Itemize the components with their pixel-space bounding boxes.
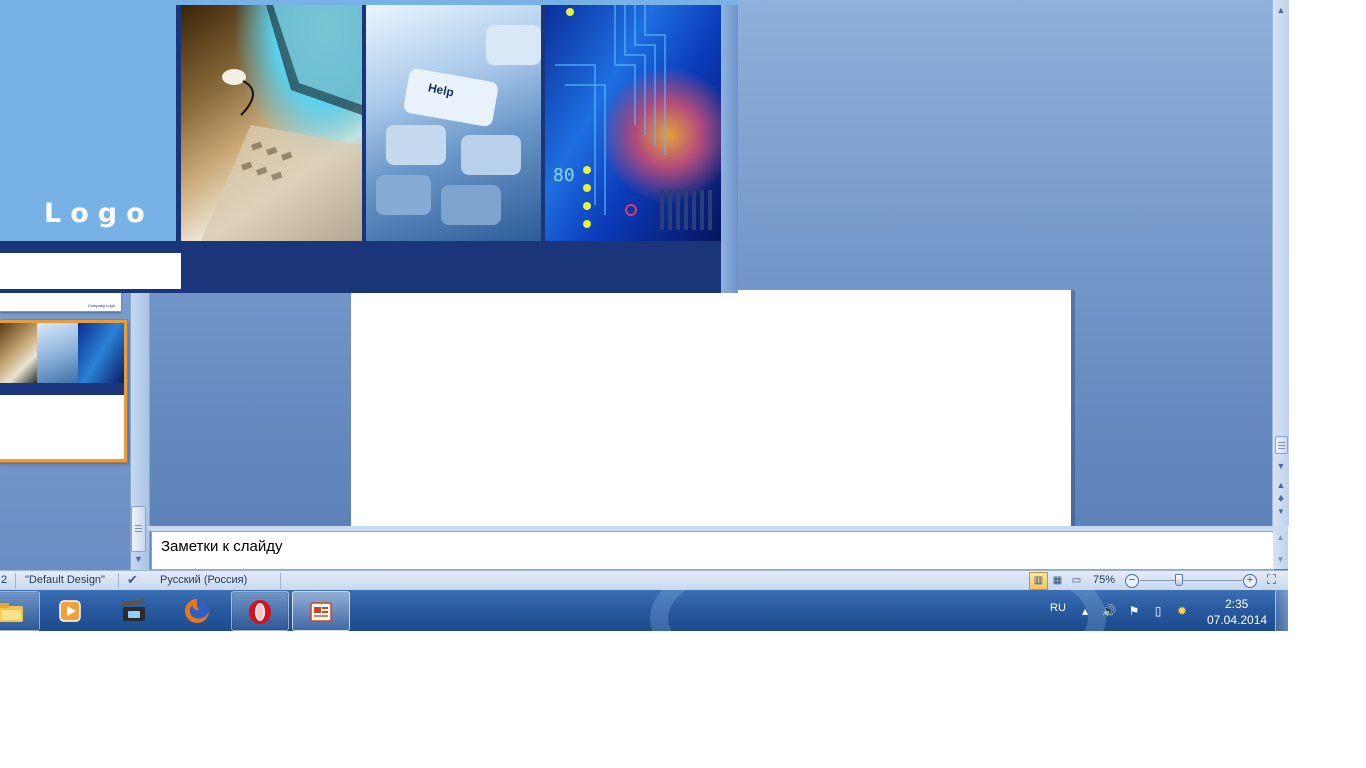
- thumbnail-photo-computer: [0, 323, 37, 383]
- thumbnail-band: [0, 383, 124, 395]
- banner-right-edge: [721, 5, 738, 293]
- taskbar-media-player[interactable]: [42, 591, 98, 629]
- media-player-icon: [59, 600, 81, 622]
- slide-canvas[interactable]: [351, 290, 1071, 526]
- photo-computer-mouse: [181, 5, 362, 241]
- taskbar-sheen: [650, 590, 1106, 631]
- spell-check-icon[interactable]: ✔: [127, 572, 138, 588]
- circuit-illustration: [555, 5, 712, 230]
- photo-keyboard-help-key: Help: [366, 5, 541, 241]
- computer-illustration: [201, 5, 362, 241]
- show-hidden-icons-icon[interactable]: ▴: [1077, 603, 1093, 619]
- network-icon[interactable]: ✹: [1174, 603, 1190, 619]
- thumbnail-photo-circuit: [78, 323, 124, 383]
- thumbnail-caption: Company Logo: [87, 303, 115, 308]
- slide-shadow: [1071, 290, 1075, 526]
- zoom-slider-track[interactable]: [1140, 580, 1242, 581]
- windows-taskbar: [0, 590, 1288, 631]
- clapperboard-icon: [122, 598, 145, 621]
- status-bar: 2 "Default Design" ✔ Русский (Россия) ▥ …: [0, 570, 1288, 591]
- keyboard-illustration: [376, 25, 541, 225]
- photo-circuit-board: 80: [545, 5, 721, 241]
- scroll-up-arrow-icon[interactable]: ▲: [1273, 4, 1289, 16]
- slide-vertical-scrollbar[interactable]: ▲ ▼ ▲ ▲ ▼ ▼: [1272, 0, 1289, 526]
- banner-white-block: [0, 253, 181, 289]
- scroll-down-arrow-icon[interactable]: ▼: [1273, 460, 1289, 472]
- taskbar-powerpoint[interactable]: [292, 591, 350, 631]
- slide-thumbnail-current[interactable]: [0, 320, 127, 462]
- thumbnail-photo-keyboard: [37, 323, 78, 383]
- opera-icon: [249, 600, 271, 624]
- zoom-slider-thumb[interactable]: [1175, 574, 1183, 586]
- battery-icon[interactable]: ▯: [1150, 603, 1166, 619]
- notes-placeholder[interactable]: Заметки к слайду: [161, 538, 283, 555]
- taskbar-firefox[interactable]: [169, 591, 225, 629]
- action-center-flag-icon[interactable]: ⚑: [1126, 603, 1142, 619]
- clock-time[interactable]: 2:35: [1225, 597, 1248, 611]
- powerpoint-icon: [310, 602, 332, 622]
- notes-scrollbar[interactable]: ▲ ▼: [1273, 531, 1288, 569]
- slides-pane-scroll-thumb[interactable]: [131, 506, 146, 552]
- logo-text: Logo: [44, 198, 154, 229]
- next-slide-icon[interactable]: ▼ ▼: [1273, 494, 1289, 518]
- theme-name-status[interactable]: "Default Design": [25, 574, 105, 586]
- circuit-label: 80: [553, 165, 575, 186]
- slide-show-view-icon[interactable]: ▭: [1067, 572, 1086, 590]
- show-desktop-button[interactable]: [1275, 590, 1289, 631]
- folder-icon: [0, 603, 23, 622]
- scroll-up-arrow-icon[interactable]: ▲: [1273, 533, 1288, 542]
- slide-thumbnail-previous[interactable]: Company Logo: [0, 293, 121, 312]
- zoom-level[interactable]: 75%: [1093, 574, 1115, 586]
- zoom-out-icon[interactable]: −: [1125, 574, 1139, 588]
- slide-number-status: 2: [1, 574, 8, 586]
- keyboard-language[interactable]: RU: [1050, 602, 1066, 614]
- slide-scroll-thumb[interactable]: [1275, 436, 1288, 454]
- scroll-down-arrow-icon[interactable]: ▼: [131, 552, 146, 566]
- notes-pane[interactable]: [151, 531, 1274, 570]
- clock-date[interactable]: 07.04.2014: [1207, 613, 1267, 627]
- scroll-down-arrow-icon[interactable]: ▼: [1273, 555, 1288, 564]
- firefox-icon: [185, 599, 209, 623]
- taskbar-opera[interactable]: [231, 591, 289, 631]
- taskbar-explorer[interactable]: [0, 591, 40, 631]
- zoom-in-icon[interactable]: +: [1243, 574, 1257, 588]
- volume-icon[interactable]: 🔊: [1101, 603, 1117, 619]
- taskbar-video-editor[interactable]: [106, 591, 162, 629]
- slide-sorter-view-icon[interactable]: ▦: [1048, 572, 1067, 590]
- normal-view-icon[interactable]: ▥: [1029, 572, 1048, 590]
- language-status[interactable]: Русский (Россия): [160, 574, 247, 586]
- fit-to-window-icon[interactable]: ⛶: [1267, 572, 1276, 588]
